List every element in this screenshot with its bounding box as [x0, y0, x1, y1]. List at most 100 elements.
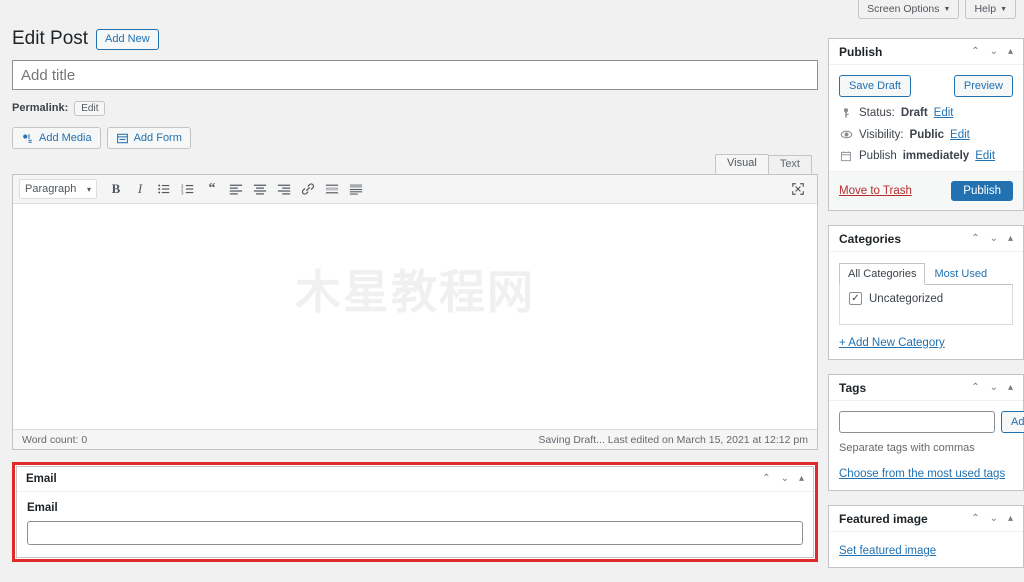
publish-box: Publish ⌃ ⌄ ▴ Save Draft Preview [828, 38, 1024, 211]
media-buttons-row: Add Media Add Form [12, 127, 818, 149]
editor-wrap: Edit Post Add New Permalink: Edit A [0, 24, 1024, 532]
paragraph-format-select[interactable]: Paragraph ▾ [19, 179, 97, 199]
tab-all-categories[interactable]: All Categories [839, 263, 925, 285]
toggle-panel-icon[interactable]: ▴ [799, 474, 804, 484]
italic-icon[interactable]: I [129, 179, 151, 199]
blockquote-icon[interactable]: “ [201, 179, 223, 199]
tab-text[interactable]: Text [768, 155, 812, 174]
screen-options-button[interactable]: Screen Options ▼ [858, 0, 959, 19]
add-tag-button[interactable]: Add [1001, 411, 1024, 433]
align-left-icon[interactable] [225, 179, 247, 199]
move-to-trash-link[interactable]: Move to Trash [839, 185, 912, 197]
status-edit-link[interactable]: Edit [934, 107, 954, 119]
toggle-panel-icon[interactable]: ▴ [1008, 47, 1013, 57]
most-used-tags-link[interactable]: Choose from the most used tags [839, 468, 1013, 480]
add-new-category-link[interactable]: + Add New Category [839, 337, 1013, 349]
publish-button[interactable]: Publish [951, 181, 1013, 201]
toolbar-toggle-icon[interactable] [345, 179, 367, 199]
help-label: Help [974, 1, 996, 18]
move-down-icon[interactable]: ⌄ [990, 383, 998, 393]
calendar-icon [839, 150, 853, 162]
toggle-panel-icon[interactable]: ▴ [1008, 514, 1013, 524]
metabox-handle-actions: ⌃ ⌄ ▴ [971, 47, 1013, 57]
post-title-input[interactable] [12, 60, 818, 90]
align-center-icon[interactable] [249, 179, 271, 199]
watermark-text: 木星教程网 [13, 256, 817, 322]
editor-status-bar: Word count: 0 Saving Draft... Last edite… [13, 429, 817, 449]
help-button[interactable]: Help ▼ [965, 0, 1016, 19]
metabox-handle-actions: ⌃ ⌄ ▴ [971, 234, 1013, 244]
move-down-icon[interactable]: ⌄ [990, 47, 998, 57]
email-metabox-body: Email [17, 492, 813, 557]
email-field[interactable] [27, 521, 803, 545]
add-new-button[interactable]: Add New [96, 29, 159, 50]
status-value: Draft [901, 107, 928, 119]
editor-content-area[interactable]: 木星教程网 [13, 204, 817, 429]
chevron-down-icon: ▼ [1000, 6, 1007, 13]
category-item-uncategorized[interactable]: ✓ Uncategorized [849, 292, 1003, 305]
bulleted-list-icon[interactable] [153, 179, 175, 199]
status-label: Status: [859, 107, 895, 119]
schedule-value: immediately [903, 150, 969, 162]
move-up-icon[interactable]: ⌃ [971, 47, 979, 57]
numbered-list-icon[interactable]: 1 2 3 [177, 179, 199, 199]
move-down-icon[interactable]: ⌄ [990, 234, 998, 244]
paragraph-format-value: Paragraph [25, 183, 76, 195]
visibility-icon [839, 128, 853, 141]
page-header: Edit Post Add New [12, 24, 818, 54]
featured-image-box-header[interactable]: Featured image ⌃ ⌄ ▴ [829, 506, 1023, 532]
tab-visual[interactable]: Visual [715, 154, 769, 174]
svg-text:3: 3 [181, 190, 184, 195]
email-field-label: Email [27, 502, 803, 514]
key-icon [839, 107, 853, 119]
set-featured-image-link[interactable]: Set featured image [839, 545, 936, 557]
tags-hint: Separate tags with commas [839, 442, 1013, 454]
move-down-icon[interactable]: ⌄ [781, 474, 789, 484]
tags-input[interactable] [839, 411, 995, 433]
publish-box-title: Publish [839, 45, 882, 59]
preview-button[interactable]: Preview [954, 75, 1013, 97]
chevron-down-icon: ▼ [944, 6, 951, 13]
tags-box-title: Tags [839, 381, 866, 395]
add-media-label: Add Media [39, 132, 92, 144]
insert-read-more-icon[interactable] [321, 179, 343, 199]
tags-box-header[interactable]: Tags ⌃ ⌄ ▴ [829, 375, 1023, 401]
save-status: Saving Draft... Last edited on March 15,… [538, 434, 808, 446]
categories-box: Categories ⌃ ⌄ ▴ All Categories Most Use… [828, 225, 1024, 360]
permalink-edit-button[interactable]: Edit [74, 101, 105, 116]
permalink-label: Permalink: [12, 102, 68, 114]
add-form-button[interactable]: Add Form [107, 127, 191, 149]
visibility-edit-link[interactable]: Edit [950, 129, 970, 141]
move-up-icon[interactable]: ⌃ [971, 383, 979, 393]
categories-box-header[interactable]: Categories ⌃ ⌄ ▴ [829, 226, 1023, 252]
move-down-icon[interactable]: ⌄ [990, 514, 998, 524]
tags-input-row: Add [839, 411, 1013, 433]
link-icon[interactable] [297, 179, 319, 199]
visibility-row: Visibility: Public Edit [839, 128, 1013, 141]
distraction-free-icon[interactable] [787, 179, 809, 199]
checkbox-icon[interactable]: ✓ [849, 292, 862, 305]
tags-box-body: Add Separate tags with commas Choose fro… [829, 401, 1023, 490]
move-up-icon[interactable]: ⌃ [971, 514, 979, 524]
email-metabox-highlight: Email ⌃ ⌄ ▴ Email [12, 462, 818, 562]
publish-actions-row: Save Draft Preview [839, 75, 1013, 97]
schedule-edit-link[interactable]: Edit [975, 150, 995, 162]
bold-icon[interactable]: B [105, 179, 127, 199]
page-title: Edit Post [12, 28, 88, 51]
move-up-icon[interactable]: ⌃ [762, 474, 770, 484]
publish-box-header[interactable]: Publish ⌃ ⌄ ▴ [829, 39, 1023, 65]
categories-box-body: All Categories Most Used ✓ Uncategorized… [829, 252, 1023, 359]
screen-options-label: Screen Options [867, 1, 939, 18]
categories-list: ✓ Uncategorized [839, 285, 1013, 325]
toggle-panel-icon[interactable]: ▴ [1008, 383, 1013, 393]
tab-most-used[interactable]: Most Used [925, 263, 996, 285]
metabox-handle-actions: ⌃ ⌄ ▴ [971, 383, 1013, 393]
save-draft-button[interactable]: Save Draft [839, 75, 911, 97]
visibility-value: Public [910, 129, 945, 141]
move-up-icon[interactable]: ⌃ [971, 234, 979, 244]
add-media-button[interactable]: Add Media [12, 127, 101, 149]
toggle-panel-icon[interactable]: ▴ [1008, 234, 1013, 244]
email-metabox-header[interactable]: Email ⌃ ⌄ ▴ [17, 467, 813, 492]
post-title-wrap [12, 60, 818, 90]
align-right-icon[interactable] [273, 179, 295, 199]
